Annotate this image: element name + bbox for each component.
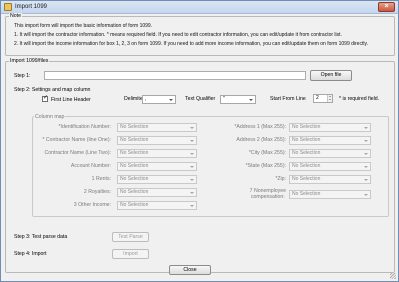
start-from-line-label: Start From Line [270, 96, 306, 102]
contractor-name-line-two-select[interactable]: No Selection [117, 149, 197, 158]
identification-number-label: *Identification Number: [58, 124, 111, 130]
app-icon [4, 3, 12, 11]
start-from-line-value: 2 [316, 95, 319, 101]
column-map-legend: Column map [34, 114, 66, 120]
import-files-group: Import 1099/files Step 1: Open file Step… [5, 58, 395, 273]
resize-grip[interactable] [390, 273, 396, 279]
account-number-select[interactable]: No Selection [117, 162, 197, 171]
address1-select[interactable]: No Selection [289, 123, 371, 132]
chevron-down-icon [363, 125, 369, 131]
identification-number-value: No Selection [120, 124, 149, 130]
text-qualifier-value: " [223, 96, 225, 102]
chevron-down-icon [189, 125, 195, 131]
other-income-label: 3 Other Income: [73, 202, 111, 208]
text-qualifier-select[interactable]: " [220, 95, 256, 104]
address2-label: Address 2 (Max 255): [236, 137, 286, 143]
first-line-header-checkbox[interactable]: ✓ [42, 95, 49, 102]
required-note: * is required field. [339, 96, 380, 102]
chevron-down-icon [189, 177, 195, 183]
note-line-intro: This import form will import the basic i… [14, 23, 153, 29]
contractor-name-line-one-value: No Selection [120, 137, 149, 143]
text-qualifier-label: Text Qualifier [185, 96, 216, 102]
note-legend: Note [9, 13, 22, 19]
chevron-down-icon [248, 97, 254, 103]
window-title: Import 1099 [15, 4, 48, 10]
spin-arrows-icon[interactable] [327, 95, 332, 102]
zip-select[interactable]: No Selection [289, 175, 371, 184]
step3-label: Step 3: Test parse data [14, 234, 68, 240]
column-map-group: Column map *Identification Number: No Se… [32, 114, 389, 217]
delimiter-select[interactable]: , [142, 95, 176, 104]
checkmark-icon: ✓ [43, 95, 49, 101]
contractor-name-line-two-label: Contractor Name (Line Two): [44, 150, 111, 156]
rents-select[interactable]: No Selection [117, 175, 197, 184]
step4-label: Step 4: Import [14, 251, 47, 257]
note-group: Note This import form will import the ba… [5, 13, 395, 56]
first-line-header-label: First Line Header [51, 97, 91, 103]
step1-label: Step 1: [14, 73, 31, 79]
chevron-down-icon [168, 97, 174, 103]
rents-label: 1 Rents: [91, 176, 111, 182]
address1-value: No Selection [292, 124, 321, 130]
other-income-value: No Selection [120, 202, 149, 208]
window-close-button[interactable]: × [378, 2, 395, 12]
delimiter-value: , [145, 96, 147, 102]
step2-label: Step 2: Settings and map column [14, 87, 91, 93]
city-label: *City (Max 255): [248, 150, 286, 156]
chevron-down-icon [189, 203, 195, 209]
chevron-down-icon [189, 190, 195, 196]
chevron-down-icon [363, 177, 369, 183]
address1-label: *Address 1 (Max 255): [234, 124, 286, 130]
start-from-line-stepper[interactable]: 2 [313, 94, 333, 103]
nonemployee-compensation-value: No Selection [292, 191, 321, 197]
royalties-select[interactable]: No Selection [117, 188, 197, 197]
chevron-down-icon [363, 138, 369, 144]
import-1099-window: Import 1099 × Note This import form will… [0, 0, 399, 282]
chevron-down-icon [363, 164, 369, 170]
note-line-income: 2. It will import the income information… [14, 41, 368, 47]
royalties-value: No Selection [120, 189, 149, 195]
contractor-name-line-two-value: No Selection [120, 150, 149, 156]
account-number-value: No Selection [120, 163, 149, 169]
nonemployee-compensation-label: 7 Nonemployee compensation: [249, 188, 286, 200]
zip-label: *Zip: [275, 176, 286, 182]
file-path-input[interactable] [44, 71, 306, 80]
royalties-label: 2 Royalties: [83, 189, 111, 195]
address2-select[interactable]: No Selection [289, 136, 371, 145]
contractor-name-line-one-select[interactable]: No Selection [117, 136, 197, 145]
chevron-down-icon [189, 164, 195, 170]
rents-value: No Selection [120, 176, 149, 182]
test-parse-button[interactable]: Test Parse [112, 232, 149, 242]
chevron-down-icon [189, 151, 195, 157]
state-select[interactable]: No Selection [289, 162, 371, 171]
other-income-select[interactable]: No Selection [117, 201, 197, 210]
account-number-label: Account Number: [70, 163, 111, 169]
chevron-down-icon [189, 138, 195, 144]
city-value: No Selection [292, 150, 321, 156]
city-select[interactable]: No Selection [289, 149, 371, 158]
open-file-button[interactable]: Open file [310, 70, 352, 81]
nonemployee-compensation-select[interactable]: No Selection [289, 190, 371, 199]
contractor-name-line-one-label: * Contractor Name (line One): [42, 137, 111, 143]
import-files-legend: Import 1099/files [9, 58, 50, 64]
chevron-down-icon [363, 151, 369, 157]
state-value: No Selection [292, 163, 321, 169]
state-label: *State (Max 255): [245, 163, 286, 169]
note-line-contractor: 1. It will import the contractor informa… [14, 32, 342, 38]
close-icon: × [384, 3, 389, 10]
close-button[interactable]: Close [169, 265, 211, 275]
chevron-down-icon [363, 192, 369, 198]
zip-value: No Selection [292, 176, 321, 182]
identification-number-select[interactable]: No Selection [117, 123, 197, 132]
title-bar[interactable]: Import 1099 × [1, 1, 398, 14]
address2-value: No Selection [292, 137, 321, 143]
import-button[interactable]: Import [112, 249, 149, 259]
